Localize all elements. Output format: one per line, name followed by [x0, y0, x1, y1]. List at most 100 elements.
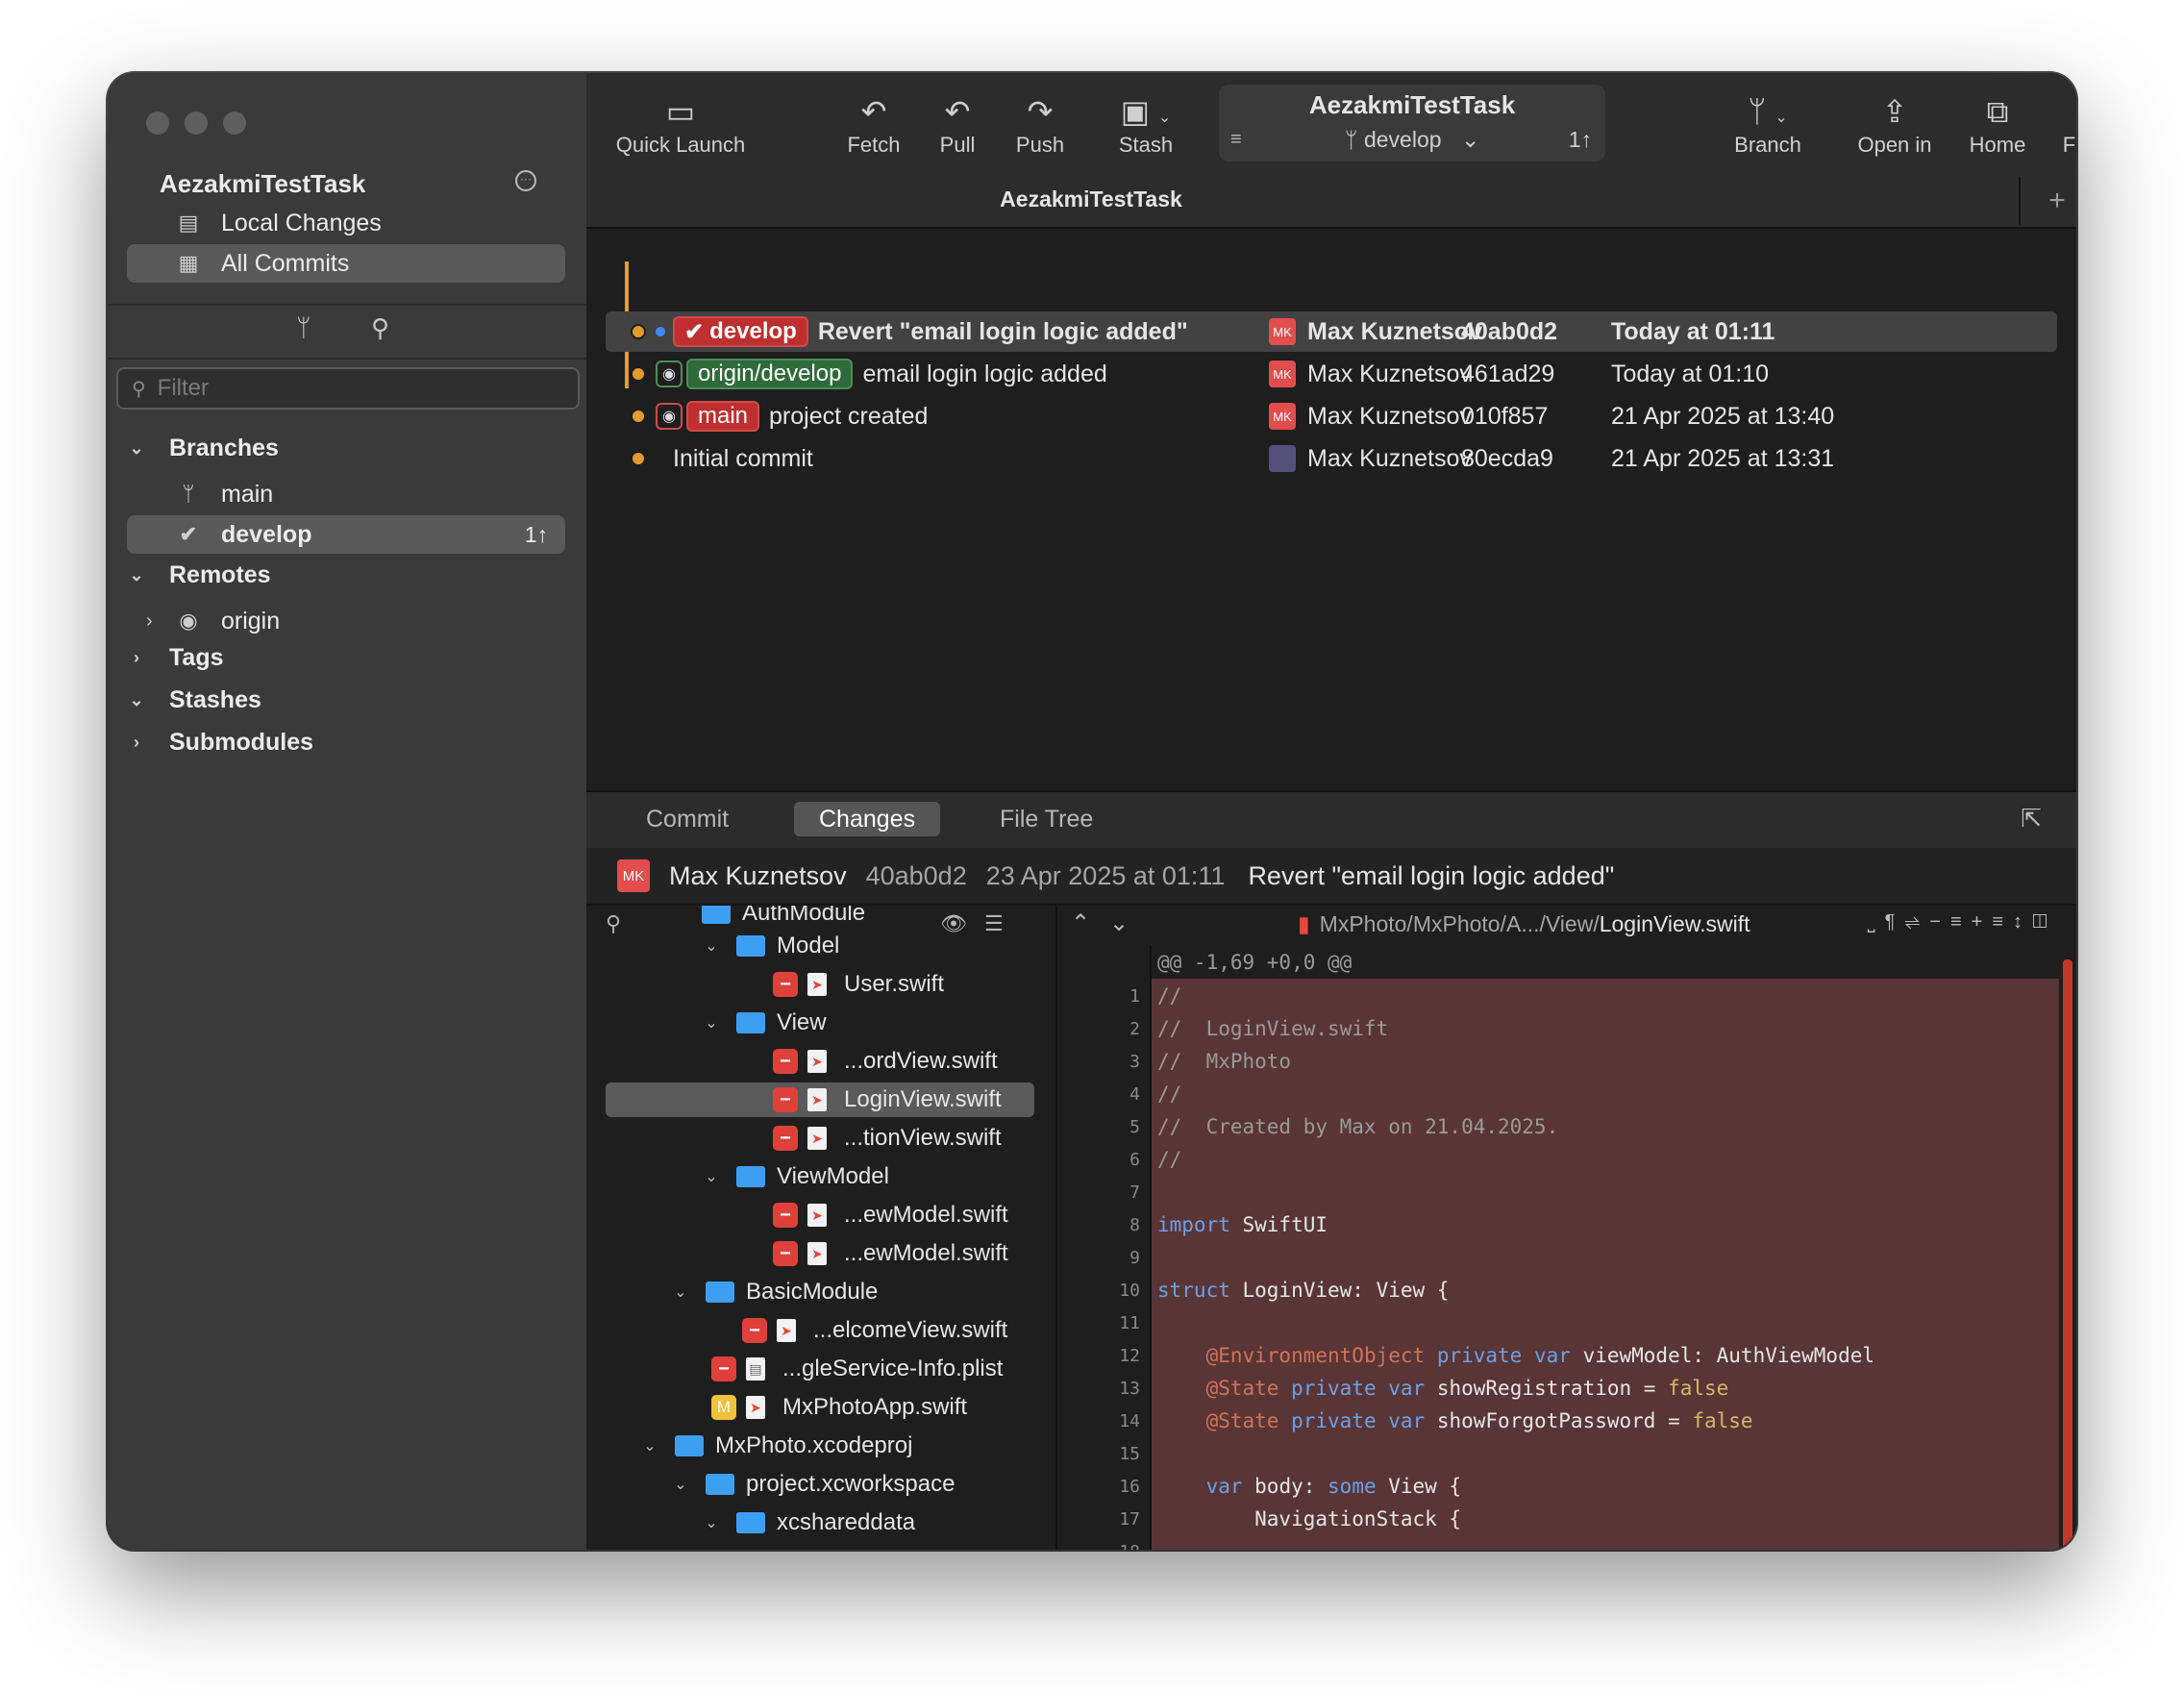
diff-options[interactable]: ⎵¶⇌−≡+≡↕◫ — [1868, 911, 2057, 933]
pull-icon: ↶ — [944, 94, 971, 129]
line-number: 4 — [1129, 1084, 1140, 1105]
tab-repo[interactable]: AezakmiTestTask — [586, 187, 1596, 212]
push-button[interactable]: ↷ Push — [1002, 90, 1079, 158]
section-remotes[interactable]: ⌄ Remotes — [127, 561, 270, 589]
close-window-button[interactable] — [146, 112, 169, 135]
fetch-button[interactable]: ↶ Fetch — [831, 90, 917, 158]
repo-branch-switcher[interactable]: AezakmiTestTask ≡ ᛘ develop ⌄ 1↑ — [1219, 85, 1605, 162]
changed-files-tree: ⚲ 👁 ☰ AuthModule ⌄ Model − ➤ User.swift ⌄ Vi… — [586, 906, 1057, 1550]
branch-icon: ᛘ ⌄ — [1748, 94, 1788, 129]
branch-button[interactable]: ᛘ ⌄ Branch — [1725, 90, 1811, 158]
diff-viewer: ⌃ ⌄ ▮ MxPhoto/MxPhoto/A.../View/LoginView… — [1057, 906, 2076, 1550]
branch-tag-develop[interactable]: ✔ develop — [673, 316, 808, 347]
commit-row[interactable]: ✔ develop Revert "email login logic added… — [606, 311, 2057, 352]
commit-row[interactable]: ◉ origin/develop email login logic added… — [606, 354, 2057, 394]
search-icon[interactable]: ⚲ — [371, 313, 389, 343]
chevron-right-icon: › — [134, 733, 139, 752]
head-indicator — [656, 327, 665, 336]
tree-file[interactable]: − ➤ ...ewModel.swift — [773, 1198, 1008, 1232]
code-line: import SwiftUI — [1157, 1213, 1328, 1236]
filter-input[interactable] — [155, 374, 525, 403]
tree-file[interactable]: − ▤ ...gleService-Info.plist — [711, 1352, 1003, 1386]
chevron-right-icon: › — [134, 648, 139, 667]
chevron-down-icon[interactable]: ⌄ — [1109, 909, 1129, 937]
filter-field[interactable]: ⚲ — [116, 367, 580, 410]
tree-folder[interactable]: ⌄ MxPhoto.xcodeproj — [640, 1429, 912, 1463]
home-button[interactable]: ⧉ Home — [1959, 90, 2036, 158]
section-submodules[interactable]: › Submodules — [127, 729, 313, 757]
sidebar-item-remote-origin[interactable]: › ◉ origin — [127, 602, 565, 640]
tree-folder[interactable]: ⌄ xcshareddata — [702, 1505, 915, 1540]
minimize-window-button[interactable] — [185, 112, 208, 135]
list-icon[interactable]: ☰ — [984, 911, 1004, 936]
branch-icon: ᛘ — [182, 482, 195, 506]
line-number: 1 — [1129, 986, 1140, 1007]
code-line: NavigationStack { — [1157, 1507, 1462, 1530]
tree-folder[interactable]: ⌄ BasicModule — [671, 1275, 878, 1309]
tree-file[interactable]: − ➤ ...tionView.swift — [773, 1121, 1002, 1156]
commit-date: 21 Apr 2025 at 13:31 — [1611, 444, 1835, 472]
tab-changes[interactable]: Changes — [794, 802, 941, 836]
tab-file-tree[interactable]: File Tree — [975, 802, 1118, 836]
eye-icon[interactable]: 👁 — [940, 911, 967, 936]
section-tags[interactable]: › Tags — [127, 644, 224, 672]
github-icon: ◉ — [656, 403, 682, 430]
feedback-button[interactable]: ☺ Feedback — [2055, 90, 2076, 158]
open-in-button[interactable]: ⇪ Open in — [1849, 90, 1940, 158]
commit-date: 21 Apr 2025 at 13:40 — [1611, 402, 1835, 430]
chevron-up-icon[interactable]: ⌃ — [1071, 909, 1090, 937]
sidebar-item-local-changes[interactable]: ▤ Local Changes — [127, 204, 565, 242]
commit-sha: 40ab0d2 — [1461, 317, 1558, 345]
summary-date: 23 Apr 2025 at 01:11 — [985, 860, 1226, 890]
tree-file[interactable]: − ➤ ...elcomeView.swift — [742, 1313, 1007, 1348]
tree-folder[interactable]: ⌄ project.xcworkspace — [671, 1467, 955, 1502]
chevron-down-icon: ⌄ — [705, 1169, 718, 1185]
commit-author: Max Kuznetsov — [1307, 360, 1472, 387]
tree-file[interactable]: − ➤ ...ordView.swift — [773, 1044, 998, 1079]
add-tab-button[interactable]: + — [2038, 177, 2076, 225]
sidebar-item-all-commits[interactable]: ▦ All Commits — [127, 244, 565, 283]
sidebar-item-branch-develop[interactable]: ✔ develop 1↑ — [127, 515, 565, 554]
tab-commit[interactable]: Commit — [621, 802, 754, 836]
removed-badge: − — [773, 1087, 798, 1112]
section-branches[interactable]: ⌄ Branches — [127, 435, 279, 462]
section-stashes[interactable]: ⌄ Stashes — [127, 686, 261, 714]
tree-file[interactable]: − ➤ ...ewModel.swift — [773, 1236, 1008, 1271]
tree-folder[interactable]: ⌄ Model — [702, 929, 839, 963]
stash-button[interactable]: ▣ ⌄ Stash — [1104, 90, 1188, 158]
commit-date: Today at 01:11 — [1611, 317, 1775, 345]
current-branch-label: develop — [1363, 127, 1442, 152]
commit-sha: 461ad29 — [1461, 360, 1555, 387]
current-repo-name: AezakmiTestTask — [1308, 90, 1516, 119]
open-external-icon[interactable]: ⇱ — [2021, 804, 2042, 834]
commit-row[interactable]: ◉ main project created MK Max Kuznetsov 0… — [606, 396, 2057, 436]
tree-file-selected[interactable]: − ➤ LoginView.swift — [606, 1082, 1034, 1117]
code-line: // Created by Max on 21.04.2025. — [1157, 1115, 1559, 1138]
quick-launch-button[interactable]: ▭ Quick Launch — [611, 90, 750, 158]
branch-tag-origin-develop[interactable]: origin/develop — [686, 359, 854, 389]
tree-folder[interactable]: AuthModule — [702, 906, 865, 931]
commit-summary: MK Max Kuznetsov 40ab0d2 23 Apr 2025 at … — [586, 848, 2076, 906]
line-number: 18 — [1057, 1542, 1140, 1550]
tree-folder[interactable]: ⌄ ViewModel — [702, 1159, 889, 1194]
code-line: @State private var showForgotPassword = … — [1205, 1409, 1753, 1432]
removed-badge: − — [773, 972, 798, 997]
commit-node — [631, 451, 646, 466]
sidebar-item-branch-main[interactable]: ᛘ main — [127, 475, 565, 513]
branch-filter-icon[interactable]: ᛘ — [296, 313, 311, 343]
line-number: 17 — [1119, 1509, 1140, 1530]
tree-file[interactable]: M ➤ MxPhotoApp.swift — [711, 1390, 967, 1425]
pull-button[interactable]: ↶ Pull — [921, 90, 994, 158]
more-icon[interactable]: ··· — [515, 170, 536, 191]
zoom-window-button[interactable] — [223, 112, 246, 135]
branch-tag-main[interactable]: main — [686, 401, 760, 432]
search-icon[interactable]: ⚲ — [606, 911, 621, 936]
commit-row[interactable]: Initial commit Max Kuznetsov 80ecda9 21 … — [606, 438, 2057, 479]
diff-scrollbar[interactable] — [2063, 959, 2072, 1550]
tree-folder[interactable]: ⌄ View — [702, 1006, 826, 1040]
commit-author: Max Kuznetsov — [1307, 444, 1472, 472]
tree-file[interactable]: − ➤ User.swift — [773, 967, 944, 1002]
folder-icon — [675, 1435, 704, 1456]
button-label: Push — [1015, 133, 1065, 157]
folder-icon — [706, 1474, 734, 1495]
